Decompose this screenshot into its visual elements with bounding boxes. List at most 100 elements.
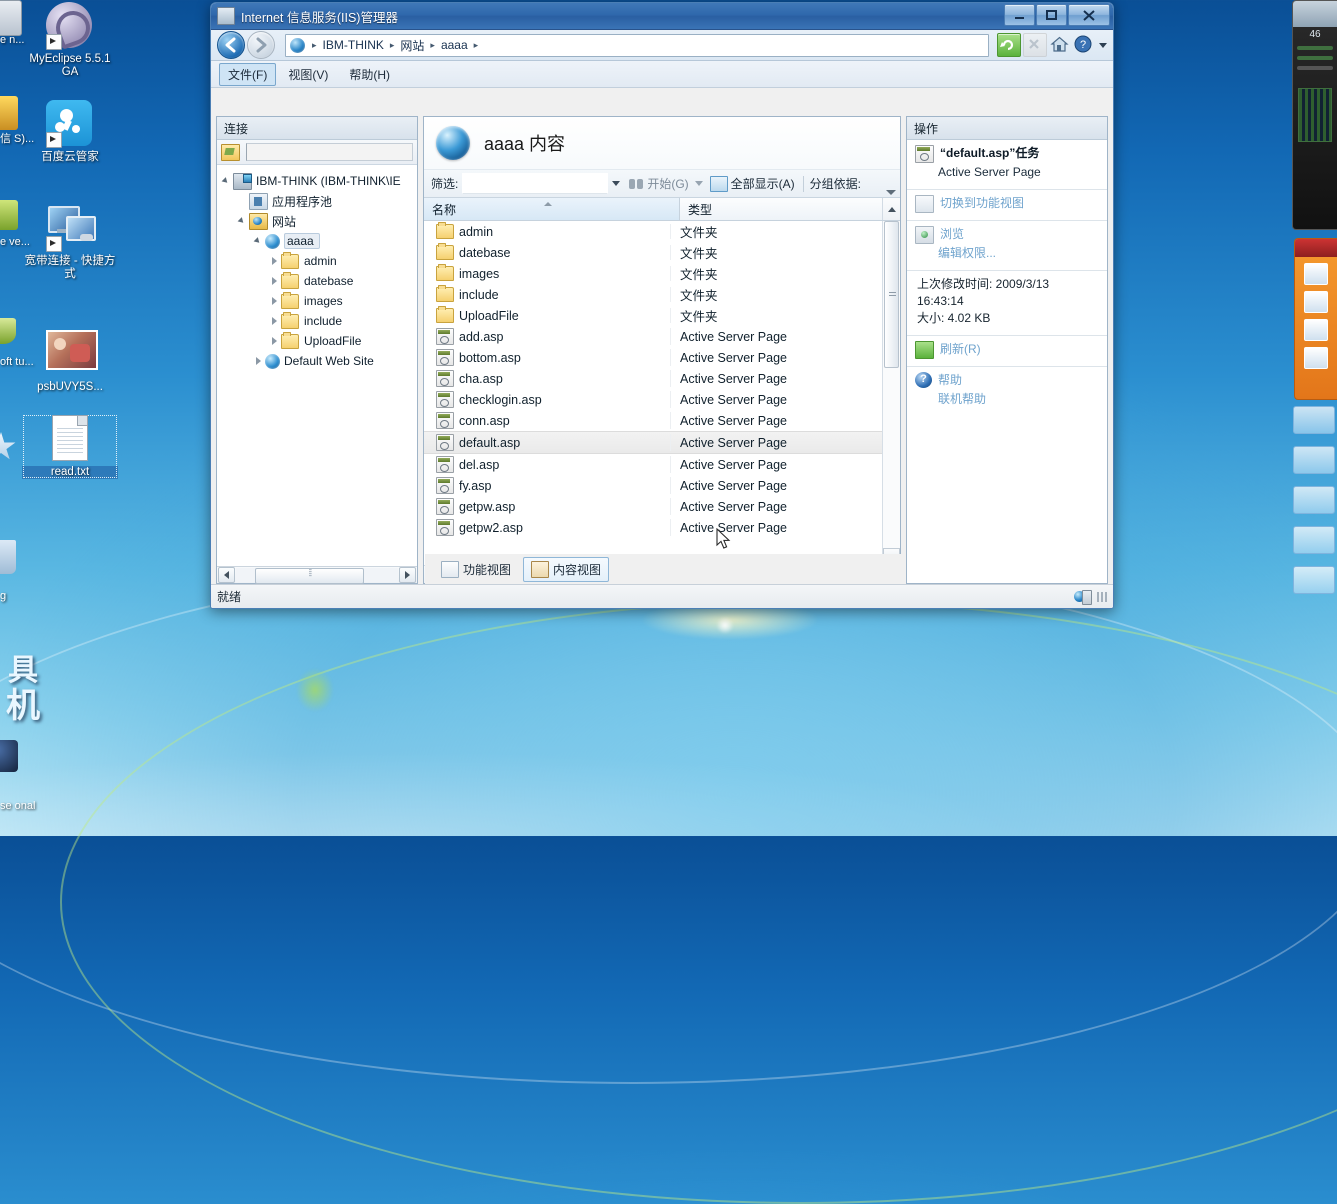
chevron-right-icon[interactable] — [253, 355, 265, 367]
tree-item-datebase[interactable]: datebase — [221, 271, 417, 291]
edge-icon-security[interactable] — [0, 96, 18, 130]
scroll-left-button[interactable] — [218, 567, 235, 583]
minimize-button[interactable] — [1004, 4, 1035, 26]
table-row[interactable]: include 文件夹 — [424, 284, 882, 305]
window-titlebar[interactable]: Internet 信息服务(IIS)管理器 — [211, 3, 1113, 30]
table-row[interactable]: conn.asp Active Server Page — [424, 410, 882, 431]
desktop-icon-text-file[interactable]: read.txt — [22, 414, 118, 479]
tab-features-view[interactable]: 功能视图 — [433, 557, 519, 582]
gadget-tile-2[interactable] — [1304, 291, 1328, 313]
add-connection-icon[interactable] — [221, 143, 240, 161]
chevron-right-icon[interactable] — [269, 335, 281, 347]
chevron-down-icon[interactable] — [221, 175, 233, 187]
tree-item-[interactable]: 网站 — [221, 211, 417, 231]
chevron-right-icon[interactable] — [269, 275, 281, 287]
group-by-button[interactable]: 分组依据: — [810, 175, 861, 192]
tab-content-view[interactable]: 内容视图 — [523, 556, 610, 582]
tree-item-include[interactable]: include — [221, 311, 417, 331]
breadcrumb-item-server[interactable]: IBM-THINK — [320, 38, 387, 52]
table-row[interactable]: admin 文件夹 — [424, 221, 882, 242]
scroll-right-button[interactable] — [399, 567, 416, 583]
switch-to-features-view-button[interactable]: 切换到功能视图 — [915, 195, 1099, 214]
back-arrow-icon[interactable] — [217, 31, 245, 59]
connections-search-field[interactable] — [246, 143, 413, 161]
menu-view[interactable]: 视图(V) — [279, 63, 337, 86]
edge-icon-star[interactable] — [0, 432, 16, 460]
filter-go-button[interactable]: 开始(G) — [628, 175, 689, 192]
gadget-tile-3[interactable] — [1304, 319, 1328, 341]
table-row[interactable]: getpw.asp Active Server Page — [424, 496, 882, 517]
taskbar-item-1[interactable] — [1293, 406, 1335, 434]
view-tabs[interactable]: 功能视图 内容视图 — [425, 554, 903, 584]
edge-icon-app[interactable] — [0, 740, 18, 772]
edit-permissions-button[interactable]: 编辑权限... — [915, 245, 1099, 264]
chevron-right-icon[interactable] — [269, 295, 281, 307]
home-icon[interactable] — [1049, 34, 1071, 56]
tree-item-uploadfile[interactable]: UploadFile — [221, 331, 417, 351]
desktop-icon-myeclipse[interactable]: MyEclipse 5.5.1 GA — [22, 2, 118, 79]
table-row[interactable]: cha.asp Active Server Page — [424, 368, 882, 389]
column-header-type[interactable]: 类型 — [680, 198, 882, 220]
sidebar-gadget-feed[interactable] — [1294, 238, 1337, 400]
filter-bar[interactable]: 筛选: 开始(G) 全部显示(A) 分组依据: — [424, 170, 900, 198]
menu-bar[interactable]: 文件(F) 视图(V) 帮助(H) — [211, 61, 1113, 88]
chevron-down-icon[interactable] — [253, 235, 265, 247]
refresh-icon[interactable] — [997, 33, 1021, 57]
table-row[interactable]: UploadFile 文件夹 — [424, 305, 882, 326]
table-row[interactable]: default.asp Active Server Page — [424, 431, 882, 454]
table-row[interactable]: checklogin.asp Active Server Page — [424, 389, 882, 410]
breadcrumb[interactable]: ▸ IBM-THINK ▸ 网站 ▸ aaaa ▸ — [285, 33, 989, 57]
table-row[interactable]: fy.asp Active Server Page — [424, 475, 882, 496]
chevron-right-icon[interactable] — [269, 255, 281, 267]
close-button[interactable] — [1068, 4, 1110, 26]
column-headers[interactable]: 名称 类型 — [424, 198, 900, 221]
chevron-down-icon[interactable] — [1099, 42, 1107, 48]
chevron-down-icon[interactable] — [694, 181, 703, 186]
tree-item-admin[interactable]: admin — [221, 251, 417, 271]
list-scroll-up-button[interactable] — [882, 198, 900, 220]
refresh-button[interactable]: 刷新(R) — [915, 341, 1099, 360]
tree-item-aaaa[interactable]: aaaa — [221, 231, 417, 251]
help-icon[interactable]: ? — [1073, 34, 1095, 56]
tree-item-ibm-think-ibm-think-ie[interactable]: IBM-THINK (IBM-THINK\IE — [221, 171, 417, 191]
taskbar-item-4[interactable] — [1293, 526, 1335, 554]
scroll-track[interactable] — [883, 221, 900, 548]
connections-toolbar[interactable] — [217, 140, 417, 165]
table-row[interactable]: images 文件夹 — [424, 263, 882, 284]
connections-tree[interactable]: IBM-THINK (IBM-THINK\IE 应用程序池 网站 aaaa admin d… — [217, 165, 417, 566]
menu-file[interactable]: 文件(F) — [219, 62, 277, 86]
filter-input[interactable] — [462, 173, 609, 194]
gadget-tile-1[interactable] — [1304, 263, 1328, 285]
chevron-down-icon[interactable] — [612, 181, 621, 186]
filter-overflow-icon[interactable] — [884, 173, 898, 195]
online-help-button[interactable]: 联机帮助 — [915, 391, 1099, 410]
maximize-button[interactable] — [1036, 4, 1067, 26]
desktop-icon-broadband-connection[interactable]: 宽带连接 - 快捷方式 — [22, 204, 118, 281]
show-all-button[interactable]: 全部显示(A) — [709, 175, 795, 192]
desktop-icon-image-thumbnail[interactable]: psbUVY5S... — [22, 324, 118, 394]
actions-group-help[interactable]: 帮助 联机帮助 — [907, 367, 1107, 416]
table-row[interactable]: del.asp Active Server Page — [424, 454, 882, 475]
chevron-down-icon[interactable] — [237, 215, 249, 227]
edge-icon-recycle[interactable] — [0, 540, 16, 574]
scroll-track[interactable] — [236, 568, 398, 584]
taskbar-item-3[interactable] — [1293, 486, 1335, 514]
tree-item-default-web-site[interactable]: Default Web Site — [221, 351, 417, 371]
scroll-thumb[interactable] — [884, 221, 899, 368]
breadcrumb-item-site[interactable]: aaaa — [438, 38, 471, 52]
edge-icon-shield[interactable] — [0, 0, 22, 36]
sidebar-gadget-monitor[interactable]: 46 — [1292, 0, 1337, 230]
gadget-tile-4[interactable] — [1304, 347, 1328, 369]
breadcrumb-item-sites[interactable]: 网站 — [397, 37, 427, 54]
actions-group-switch-view[interactable]: 切换到功能视图 — [907, 190, 1107, 221]
resize-grip[interactable] — [1097, 591, 1107, 602]
table-row[interactable]: getpw2.asp Active Server Page — [424, 517, 882, 538]
table-row[interactable]: add.asp Active Server Page — [424, 326, 882, 347]
connections-hscrollbar[interactable] — [217, 566, 417, 584]
menu-help[interactable]: 帮助(H) — [340, 63, 399, 86]
stop-icon[interactable] — [1023, 33, 1047, 57]
file-list[interactable]: admin 文件夹 datebase 文件夹 images 文件夹 include 文件夹 Up… — [424, 221, 882, 565]
address-bar[interactable]: ▸ IBM-THINK ▸ 网站 ▸ aaaa ▸ ? — [211, 30, 1113, 61]
table-row[interactable]: datebase 文件夹 — [424, 242, 882, 263]
chevron-right-icon[interactable] — [269, 315, 281, 327]
